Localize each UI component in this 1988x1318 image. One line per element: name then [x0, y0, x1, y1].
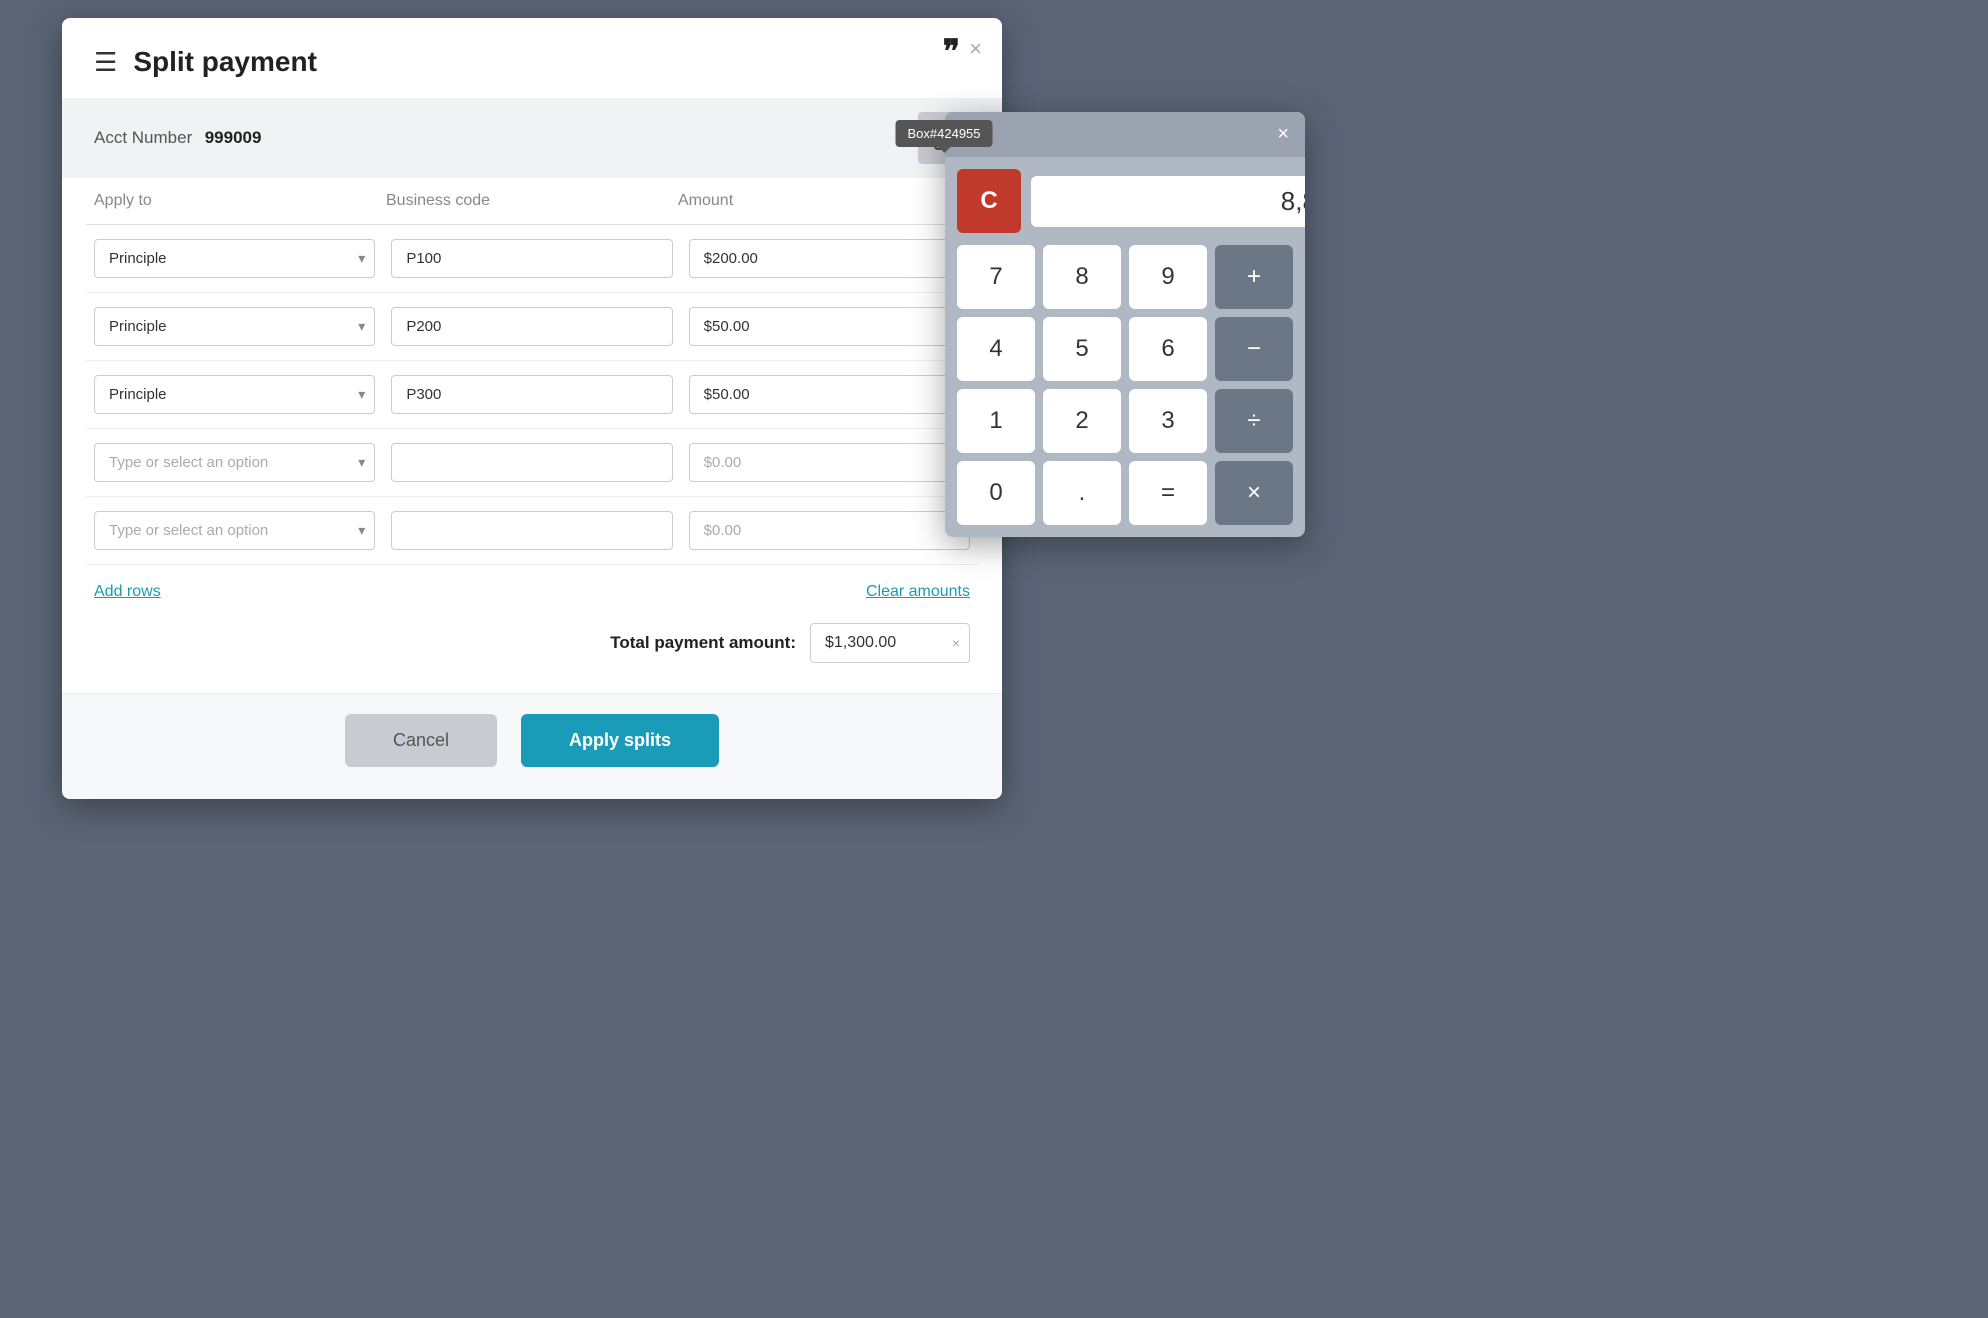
- calculator-grid: 7 8 9 + 4 5 6 − 1 2 3 ÷ 0 . = ×: [957, 245, 1293, 525]
- quote-icon: ❞: [943, 32, 960, 70]
- calc-btn-5[interactable]: 5: [1043, 317, 1121, 381]
- amount-wrapper-3: ×: [689, 375, 970, 414]
- header-business-code: Business code: [386, 192, 678, 210]
- amount-input-3[interactable]: [689, 375, 970, 414]
- business-code-input-3[interactable]: [391, 375, 672, 414]
- modal-footer: Cancel Apply splits: [62, 693, 1002, 799]
- calc-btn-2[interactable]: 2: [1043, 389, 1121, 453]
- calculator-body: C 7 8 9 + 4 5 6 − 1 2 3 ÷ 0 . = ×: [945, 157, 1305, 537]
- modal-close-button[interactable]: ×: [969, 38, 982, 60]
- table-row: Principle ▾ ×: [86, 361, 978, 429]
- apply-splits-button[interactable]: Apply splits: [521, 714, 719, 767]
- calc-btn-minus[interactable]: −: [1215, 317, 1293, 381]
- calculator-widget: ⊕ × C 7 8 9 + 4 5 6 − 1 2 3 ÷ 0 . = ×: [945, 112, 1305, 537]
- calculator-close-button[interactable]: ×: [1277, 123, 1289, 146]
- apply-to-cell-4: Type or select an option ▾: [86, 439, 383, 486]
- total-label: Total payment amount:: [610, 633, 796, 653]
- calc-btn-0[interactable]: 0: [957, 461, 1035, 525]
- business-code-cell-5: [383, 507, 680, 554]
- amount-cell-3: ×: [681, 371, 978, 418]
- total-row: Total payment amount: ×: [62, 613, 1002, 693]
- business-code-input-2[interactable]: [391, 307, 672, 346]
- account-label: Acct Number: [94, 128, 192, 147]
- apply-to-select-3[interactable]: Principle: [94, 375, 375, 414]
- amount-wrapper-5: [689, 511, 970, 550]
- actions-row: Add rows Clear amounts: [62, 565, 1002, 613]
- add-rows-button[interactable]: Add rows: [94, 583, 161, 601]
- business-code-input-1[interactable]: [391, 239, 672, 278]
- calc-btn-1[interactable]: 1: [957, 389, 1035, 453]
- business-code-cell-2: [383, 303, 680, 350]
- amount-wrapper-1: ×: [689, 239, 970, 278]
- apply-to-cell-5: Type or select an option ▾: [86, 507, 383, 554]
- apply-to-select-wrapper-2: Principle ▾: [94, 307, 375, 346]
- calc-btn-9[interactable]: 9: [1129, 245, 1207, 309]
- amount-cell-5: [681, 507, 978, 554]
- total-clear-icon[interactable]: ×: [952, 635, 960, 651]
- cancel-button[interactable]: Cancel: [345, 714, 497, 767]
- calculator-display-row: C: [957, 169, 1293, 233]
- business-code-cell-1: [383, 235, 680, 282]
- business-code-input-5[interactable]: [391, 511, 672, 550]
- calc-btn-8[interactable]: 8: [1043, 245, 1121, 309]
- calc-btn-equals[interactable]: =: [1129, 461, 1207, 525]
- split-payment-modal: ☰ Split payment ❞ × Acct Number 999009 B…: [62, 18, 1002, 799]
- apply-to-select-wrapper-3: Principle ▾: [94, 375, 375, 414]
- amount-input-5[interactable]: [689, 511, 970, 550]
- clear-amounts-button[interactable]: Clear amounts: [866, 583, 970, 601]
- modal-header: ☰ Split payment ❞ ×: [62, 18, 1002, 98]
- calc-btn-4[interactable]: 4: [957, 317, 1035, 381]
- amount-input-1[interactable]: [689, 239, 970, 278]
- amount-wrapper-4: [689, 443, 970, 482]
- account-bar: Acct Number 999009 Box#424955: [62, 98, 1002, 178]
- amount-input-4[interactable]: [689, 443, 970, 482]
- apply-to-select-wrapper-5: Type or select an option ▾: [94, 511, 375, 550]
- apply-to-select-1[interactable]: Principle: [94, 239, 375, 278]
- amount-cell-2: ×: [681, 303, 978, 350]
- amount-wrapper-2: ×: [689, 307, 970, 346]
- account-info: Acct Number 999009: [94, 128, 261, 148]
- apply-to-cell-1: Principle ▾: [86, 235, 383, 282]
- apply-to-select-4[interactable]: Type or select an option: [94, 443, 375, 482]
- calc-btn-multiply[interactable]: ×: [1215, 461, 1293, 525]
- calc-btn-decimal[interactable]: .: [1043, 461, 1121, 525]
- calc-btn-plus[interactable]: +: [1215, 245, 1293, 309]
- amount-cell-1: ×: [681, 235, 978, 282]
- table-header: Apply to Business code Amount: [86, 178, 978, 225]
- business-code-cell-3: [383, 371, 680, 418]
- calc-btn-7[interactable]: 7: [957, 245, 1035, 309]
- apply-to-cell-3: Principle ▾: [86, 371, 383, 418]
- modal-title: Split payment: [133, 46, 317, 78]
- table-row: Type or select an option ▾: [86, 497, 978, 565]
- table-row: Principle ▾ ×: [86, 225, 978, 293]
- calc-btn-6[interactable]: 6: [1129, 317, 1207, 381]
- total-amount-input[interactable]: [810, 623, 970, 663]
- table-row: Type or select an option ▾: [86, 429, 978, 497]
- amount-input-2[interactable]: [689, 307, 970, 346]
- business-code-input-4[interactable]: [391, 443, 672, 482]
- table-row: Principle ▾ ×: [86, 293, 978, 361]
- calculator-clear-button[interactable]: C: [957, 169, 1021, 233]
- list-icon: ☰: [94, 47, 117, 78]
- apply-to-select-wrapper-1: Principle ▾: [94, 239, 375, 278]
- header-apply-to: Apply to: [94, 192, 386, 210]
- calc-btn-divide[interactable]: ÷: [1215, 389, 1293, 453]
- business-code-cell-4: [383, 439, 680, 486]
- account-number: 999009: [205, 128, 262, 147]
- amount-cell-4: [681, 439, 978, 486]
- total-input-wrapper: ×: [810, 623, 970, 663]
- calculator-header: ⊕ ×: [945, 112, 1305, 157]
- header-amount: Amount: [678, 192, 970, 210]
- apply-to-select-5[interactable]: Type or select an option: [94, 511, 375, 550]
- apply-to-cell-2: Principle ▾: [86, 303, 383, 350]
- calc-btn-3[interactable]: 3: [1129, 389, 1207, 453]
- apply-to-select-wrapper-4: Type or select an option ▾: [94, 443, 375, 482]
- apply-to-select-2[interactable]: Principle: [94, 307, 375, 346]
- tooltip-box: Box#424955: [895, 120, 992, 147]
- split-table: Apply to Business code Amount Principle …: [62, 178, 1002, 565]
- calculator-display[interactable]: [1031, 176, 1305, 227]
